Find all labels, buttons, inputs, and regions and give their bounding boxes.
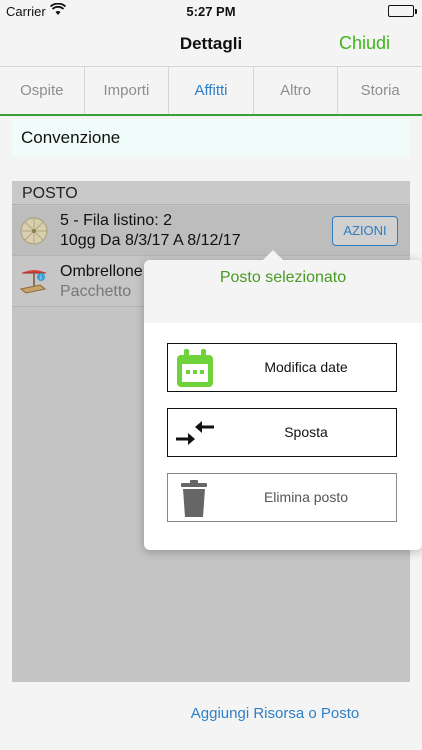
status-bar: Carrier 5:27 PM [0, 0, 422, 22]
trash-icon [174, 477, 216, 519]
posto-title: Ombrellone [60, 263, 143, 280]
posto-row[interactable]: 5 - Fila listino: 2 10gg Da 8/3/17 A 8/1… [12, 206, 410, 256]
actions-button[interactable]: AZIONI [332, 216, 398, 246]
nav-bar: Dettagli Chiudi [0, 22, 422, 66]
move-label: Sposta [284, 424, 328, 440]
move-button[interactable]: Sposta [167, 408, 397, 457]
tab-altro[interactable]: Altro [254, 67, 339, 114]
close-button[interactable]: Chiudi [339, 33, 390, 54]
beach-bed-icon: i [18, 267, 50, 297]
delete-posto-label: Elimina posto [263, 489, 349, 505]
tab-affitti[interactable]: Affitti [169, 67, 254, 114]
tab-bar: Ospite Importi Affitti Altro Storia [0, 66, 422, 116]
edit-dates-label: Modifica date [264, 359, 348, 375]
move-arrows-icon [174, 412, 216, 454]
battery-icon [388, 5, 417, 17]
edit-dates-button[interactable]: Modifica date [167, 343, 397, 392]
status-time: 5:27 PM [186, 4, 236, 19]
convention-field[interactable]: Convenzione [12, 119, 410, 157]
tab-ospite[interactable]: Ospite [0, 67, 85, 114]
posto-package: Pacchetto [60, 283, 132, 300]
posto-popover: Posto selezionato Modifica date Sposta E… [144, 250, 422, 550]
delete-posto-button[interactable]: Elimina posto [167, 473, 397, 522]
popover-title: Posto selezionato [144, 260, 422, 323]
posto-header: POSTO [12, 181, 410, 205]
tab-storia[interactable]: Storia [338, 67, 422, 114]
add-resource-link[interactable]: Aggiungi Risorsa o Posto [0, 705, 422, 722]
posto-title: 5 - Fila listino: 2 [60, 212, 173, 229]
calendar-icon [174, 347, 216, 389]
umbrella-icon [18, 216, 50, 246]
popover-arrow [262, 250, 284, 261]
posto-dates: 10gg Da 8/3/17 A 8/12/17 [60, 232, 241, 249]
tab-importi[interactable]: Importi [85, 67, 170, 114]
